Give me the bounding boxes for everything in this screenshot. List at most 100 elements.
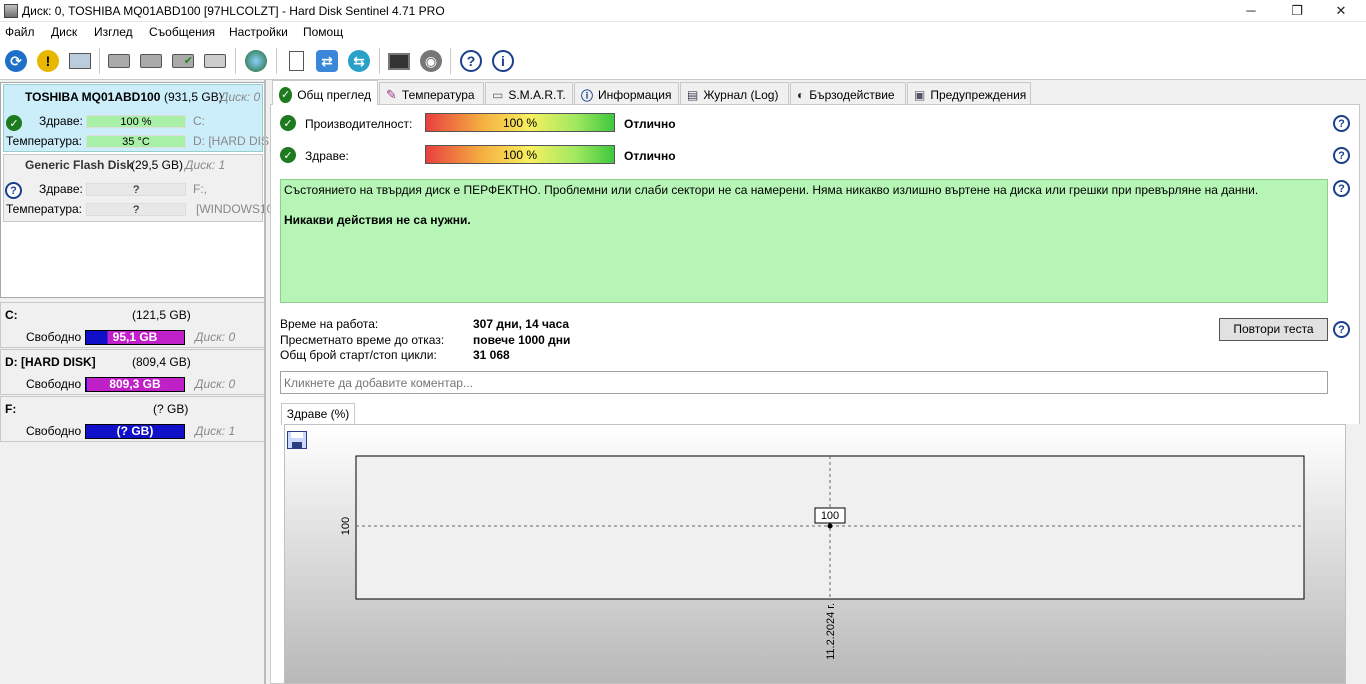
free-label: Свободно (26, 424, 82, 438)
partition-name: C: (5, 308, 18, 322)
partition-d[interactable]: D: [HARD DISK] (809,4 GB) Свободно 809,3… (0, 349, 265, 395)
disk-list: TOSHIBA MQ01ABD100 (931,5 GB) Диск: 0 ✓ … (0, 82, 273, 298)
help-icon[interactable]: ? (1333, 147, 1350, 164)
menu-disk[interactable]: Диск (51, 25, 77, 39)
toolbar-separator (99, 48, 100, 74)
partition-size: (809,4 GB) (132, 355, 191, 369)
help-icon[interactable]: ? (1333, 180, 1350, 197)
health-bar: 100 % (86, 115, 186, 128)
partition-size: (? GB) (153, 402, 189, 416)
x-tick-label: 11.2.2024 г. (825, 603, 837, 660)
refresh-icon[interactable]: ⟳ (2, 47, 30, 75)
tab-label: S.M.A.R.T. (508, 88, 566, 102)
performance-rating: Отлично (624, 117, 676, 131)
data-label: 100 (821, 510, 839, 522)
free-space-bar: 809,3 GB (85, 377, 185, 392)
help-icon[interactable]: ? (1333, 321, 1350, 338)
free-label: Свободно (26, 377, 82, 391)
temp-bar: 35 °C (86, 135, 186, 148)
menu-bar: Файл Диск Изглед Съобщения Настройки Пом… (0, 22, 1366, 42)
hdd-icon: ▭ (492, 88, 504, 102)
tab-information[interactable]: ⓘ Информация (574, 82, 679, 104)
minimize-button[interactable]: ─ (1228, 0, 1274, 22)
partition-disk: Диск: 0 (195, 330, 236, 344)
network-icon[interactable]: ⇆ (345, 47, 373, 75)
free-space-bar: 95,1 GB (85, 330, 185, 345)
chart-svg: 100 100 11.2.2024 г. (340, 455, 1305, 660)
sync-icon[interactable]: ⇄ (313, 47, 341, 75)
health-drive: C: (193, 114, 205, 128)
disk-info-icon[interactable] (66, 47, 94, 75)
globe-icon[interactable] (242, 47, 270, 75)
check-icon: ✓ (279, 86, 293, 103)
partition-c[interactable]: C: (121,5 GB) Свободно 95,1 GB Диск: 0 (0, 302, 265, 348)
disk-name: TOSHIBA MQ01ABD100 (25, 90, 161, 104)
tab-overview[interactable]: ✓ Общ преглед (272, 80, 378, 105)
status-text: Състоянието на твърдия диск е ПЕРФЕКТНО.… (284, 183, 1259, 197)
tab-log[interactable]: ▤ Журнал (Log) (680, 82, 789, 104)
left-pane-separator[interactable] (264, 80, 266, 684)
temp-drive: [WINDOWS10 (196, 202, 274, 216)
hdd-icon[interactable] (137, 47, 165, 75)
tab-label: Бързодействие (809, 88, 895, 102)
free-space-value: (? GB) (116, 424, 154, 438)
info-icon[interactable]: i (489, 47, 517, 75)
disk-name: Generic Flash Disk (25, 158, 134, 172)
comment-input[interactable] (280, 371, 1328, 394)
temp-bar: ? (86, 203, 186, 216)
tab-label: Температура (401, 88, 475, 102)
document-icon[interactable] (282, 47, 310, 75)
tab-smart[interactable]: ▭ S.M.A.R.T. (485, 82, 573, 104)
y-tick-label: 100 (340, 517, 352, 535)
data-point (827, 523, 833, 529)
hdd-icon[interactable] (201, 47, 229, 75)
tab-label: Журнал (Log) (703, 88, 779, 102)
menu-settings[interactable]: Настройки (229, 25, 288, 39)
partition-name: F: (5, 402, 17, 416)
tab-label: Общ преглед (297, 87, 371, 102)
app-icon (4, 4, 18, 18)
monitor-icon[interactable] (385, 47, 413, 75)
disk-entry-1[interactable]: Generic Flash Disk (29,5 GB) Диск: 1 ? З… (3, 154, 273, 222)
temp-label: Температура: (6, 202, 83, 216)
menu-help[interactable]: Помощ (303, 25, 343, 39)
right-scroll-edge (1346, 424, 1360, 684)
toolbar-separator (235, 48, 236, 74)
toolbar-separator (276, 48, 277, 74)
health-drive: F:, (193, 182, 207, 196)
chart-tab-health[interactable]: Здраве (%) (281, 403, 355, 425)
partition-disk: Диск: 0 (195, 377, 236, 391)
partition-f[interactable]: F: (? GB) Свободно (? GB) Диск: 1 (0, 396, 265, 442)
menu-messages[interactable]: Съобщения (149, 25, 215, 39)
tab-alerts[interactable]: ▣ Предупреждения (907, 82, 1031, 104)
estimated-label: Пресметнато време до отказ: (280, 333, 445, 347)
performance-check-icon: ✓ (280, 115, 296, 131)
retest-button[interactable]: Повтори теста (1219, 318, 1328, 341)
toolbar: ⟳ ! ✔ ⇄ ⇆ ◉ ? i (0, 42, 1366, 80)
help-icon[interactable]: ? (457, 47, 485, 75)
cycles-value: 31 068 (473, 348, 510, 362)
menu-view[interactable]: Изглед (94, 25, 133, 39)
close-button[interactable]: ✕ (1318, 0, 1364, 22)
hdd-check-icon[interactable]: ✔ (169, 47, 197, 75)
partition-size: (121,5 GB) (132, 308, 191, 322)
info-icon: ⓘ (581, 88, 594, 103)
health-label: Здраве: (39, 182, 83, 196)
warning-icon[interactable]: ! (34, 47, 62, 75)
tab-label: Информация (598, 88, 672, 102)
free-space-value: 809,3 GB (109, 377, 161, 391)
disk-entry-0[interactable]: TOSHIBA MQ01ABD100 (931,5 GB) Диск: 0 ✓ … (3, 84, 269, 152)
tab-performance[interactable]: ◐ Бързодействие (790, 82, 906, 104)
hdd-icon[interactable] (105, 47, 133, 75)
performance-bar: 100 % (425, 113, 615, 132)
tab-temperature[interactable]: ✎ Температура (379, 82, 484, 104)
maximize-button[interactable]: ❐ (1274, 0, 1320, 22)
speaker-icon[interactable]: ◉ (417, 47, 445, 75)
thermometer-icon: ✎ (386, 87, 397, 102)
help-icon[interactable]: ? (1333, 115, 1350, 132)
menu-file[interactable]: Файл (5, 25, 35, 39)
temp-drive: D: [HARD DIS (193, 134, 270, 148)
disk-number: Диск: 0 (220, 90, 261, 104)
question-icon: ? (5, 182, 22, 199)
performance-label: Производителност: (305, 117, 413, 131)
